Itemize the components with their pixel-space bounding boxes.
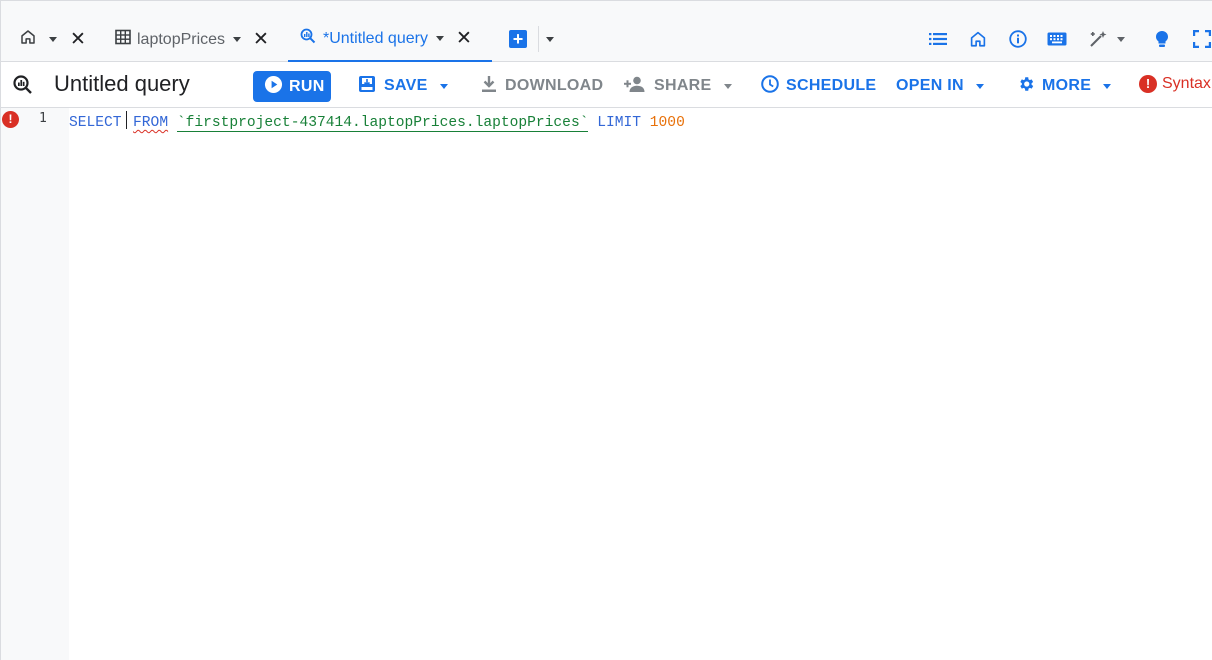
play-circle-icon xyxy=(264,75,283,99)
download-button[interactable]: DOWNLOAD xyxy=(481,74,603,98)
tab-laptopprices[interactable]: laptopPrices ✕ xyxy=(115,17,269,62)
close-icon[interactable]: ✕ xyxy=(253,30,269,49)
divider xyxy=(538,26,539,52)
chevron-down-icon[interactable] xyxy=(435,36,444,41)
add-person-icon xyxy=(624,76,646,97)
schedule-button[interactable]: SCHEDULE xyxy=(761,74,876,98)
keyboard-icon[interactable] xyxy=(1047,29,1067,49)
download-icon xyxy=(481,75,497,98)
tab-home[interactable]: ✕ xyxy=(19,17,86,62)
syntax-error-status[interactable]: ! Syntax xyxy=(1139,75,1211,93)
list-icon[interactable] xyxy=(929,29,947,49)
save-button[interactable]: SAVE xyxy=(358,74,448,98)
query-toolbar: Untitled query RUN SAVE DOWNLOAD SHARE S… xyxy=(0,62,1212,108)
chevron-down-icon[interactable] xyxy=(439,83,448,89)
tab-label: *Untitled query xyxy=(323,29,428,47)
home-icon xyxy=(19,28,37,51)
query-icon xyxy=(13,75,33,100)
share-label: SHARE xyxy=(654,77,712,94)
more-label: MORE xyxy=(1042,77,1092,94)
open-in-button[interactable]: OPEN IN xyxy=(896,74,984,98)
chevron-down-icon[interactable] xyxy=(975,83,984,89)
chevron-down-icon[interactable] xyxy=(723,83,732,89)
chevron-down-icon[interactable] xyxy=(49,37,57,42)
line-number: 1 xyxy=(39,111,47,126)
tab-untitled-query[interactable]: *Untitled query ✕ xyxy=(288,17,492,62)
query-icon xyxy=(300,28,316,49)
run-button[interactable]: RUN xyxy=(253,71,331,102)
save-label: SAVE xyxy=(384,77,428,94)
close-icon[interactable]: ✕ xyxy=(456,29,472,48)
download-label: DOWNLOAD xyxy=(505,77,604,94)
chevron-down-icon[interactable] xyxy=(1103,83,1112,89)
clock-icon xyxy=(761,74,779,98)
table-icon xyxy=(115,29,131,50)
lightbulb-icon[interactable] xyxy=(1155,29,1169,49)
home-icon[interactable] xyxy=(969,29,987,49)
keyword-limit: LIMIT xyxy=(597,115,642,131)
gear-icon xyxy=(1017,75,1035,98)
open-in-label: OPEN IN xyxy=(896,77,964,94)
sql-editor[interactable]: ! 1 SELECT FROM `firstproject-437414.lapt… xyxy=(0,108,1212,660)
chevron-down-icon[interactable] xyxy=(233,37,242,42)
tab-bar: ✕ laptopPrices ✕ *Untitled query ✕ + xyxy=(0,0,1212,62)
line-gutter: ! 1 xyxy=(1,108,69,660)
table-reference: `firstproject-437414.laptopPrices.laptop… xyxy=(176,115,589,132)
close-icon[interactable]: ✕ xyxy=(70,30,86,49)
chevron-down-icon[interactable] xyxy=(1117,36,1125,42)
error-icon[interactable]: ! xyxy=(2,111,19,128)
share-button[interactable]: SHARE xyxy=(624,74,732,98)
keyword-select: SELECT xyxy=(69,115,122,131)
save-icon xyxy=(358,75,376,98)
run-label: RUN xyxy=(289,77,325,95)
chevron-down-icon[interactable] xyxy=(546,37,554,42)
status-label: Syntax xyxy=(1162,75,1211,92)
magic-wand-icon[interactable] xyxy=(1089,29,1125,49)
tab-label: laptopPrices xyxy=(137,30,226,48)
add-tab-button[interactable]: + xyxy=(509,30,527,48)
schedule-label: SCHEDULE xyxy=(786,77,877,94)
code-line[interactable]: SELECT FROM `firstproject-437414.laptopPr… xyxy=(69,111,685,132)
info-icon[interactable] xyxy=(1009,29,1027,49)
more-button[interactable]: MORE xyxy=(1017,74,1112,98)
keyword-from: FROM xyxy=(133,115,169,131)
error-icon: ! xyxy=(1139,75,1157,93)
page-title: Untitled query xyxy=(54,71,190,96)
fullscreen-icon[interactable] xyxy=(1193,29,1211,49)
text-cursor xyxy=(125,111,128,129)
limit-value: 1000 xyxy=(649,115,685,131)
